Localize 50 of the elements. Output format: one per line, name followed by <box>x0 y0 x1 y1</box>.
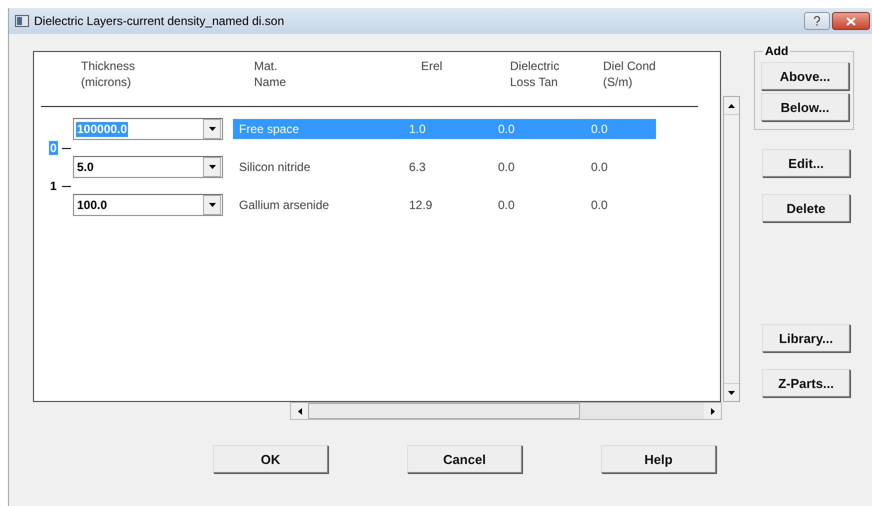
dropdown-button[interactable] <box>203 119 221 139</box>
caret-icon <box>208 165 216 169</box>
table-cell: 0.0 <box>591 122 608 136</box>
dialog-button[interactable]: Cancel <box>407 445 522 473</box>
layer-row[interactable]: Gallium arsenide 12.9 0.0 0.0 <box>233 195 656 215</box>
table-cell-text: Gallium arsenide <box>239 198 330 212</box>
table-cell-text: 1.0 <box>409 122 427 136</box>
dropdown-button[interactable] <box>203 195 221 215</box>
side-button[interactable]: Z-Parts... <box>762 369 850 397</box>
vertical-scrollbar[interactable] <box>723 96 740 402</box>
horizontal-scrollbar[interactable] <box>290 402 722 420</box>
up-arrow-icon <box>728 104 735 108</box>
side-button[interactable]: Library... <box>762 324 850 352</box>
side-button[interactable]: Delete <box>762 194 850 222</box>
dialog-button[interactable]: OK <box>213 445 328 473</box>
column-header: Dielectric Loss Tan <box>510 58 560 90</box>
right-arrow-icon <box>710 408 714 414</box>
help-icon <box>813 16 821 26</box>
window-title: Dielectric Layers-current density_named di.son <box>34 14 284 28</box>
left-arrow-icon <box>298 408 302 414</box>
table-cell-text: 6.3 <box>409 160 427 174</box>
table-cell-text: Silicon nitride <box>239 160 312 174</box>
layer-row[interactable]: Silicon nitride 6.3 0.0 0.0 <box>233 157 656 177</box>
interface-label[interactable]: 1 <box>49 179 58 193</box>
caret-icon <box>208 127 216 131</box>
add-button[interactable]: Above... <box>761 62 849 90</box>
column-header: Erel <box>421 58 444 74</box>
table-cell-text: 0.0 <box>498 122 516 136</box>
caret-icon <box>208 203 216 207</box>
side-button[interactable]: Edit... <box>762 149 850 177</box>
column-header: Mat. Name <box>254 58 288 90</box>
table-cell-text: Free space <box>239 122 300 136</box>
table-cell: 0.0 <box>591 160 608 174</box>
table-cell: 0.0 <box>591 198 608 212</box>
dropdown-button[interactable] <box>203 157 221 177</box>
table-cell-text: 0.0 <box>498 160 516 174</box>
thickness-combo[interactable]: 100.0 <box>73 194 223 216</box>
table-cell-text: 12.9 <box>409 198 434 212</box>
window-icon <box>15 15 29 27</box>
down-arrow-icon <box>728 390 735 394</box>
column-header: Diel Cond (S/m) <box>603 58 656 90</box>
close-button[interactable] <box>832 12 870 30</box>
add-button[interactable]: Below... <box>761 93 849 121</box>
close-icon <box>846 16 856 26</box>
thickness-combo[interactable]: 5.0 <box>73 156 223 178</box>
dialog-button[interactable]: Help <box>601 445 716 473</box>
table-cell-text: 0.0 <box>498 198 516 212</box>
column-header: Thickness (microns) <box>81 58 136 90</box>
group-title: Add <box>763 44 790 58</box>
help-button[interactable] <box>804 12 830 30</box>
